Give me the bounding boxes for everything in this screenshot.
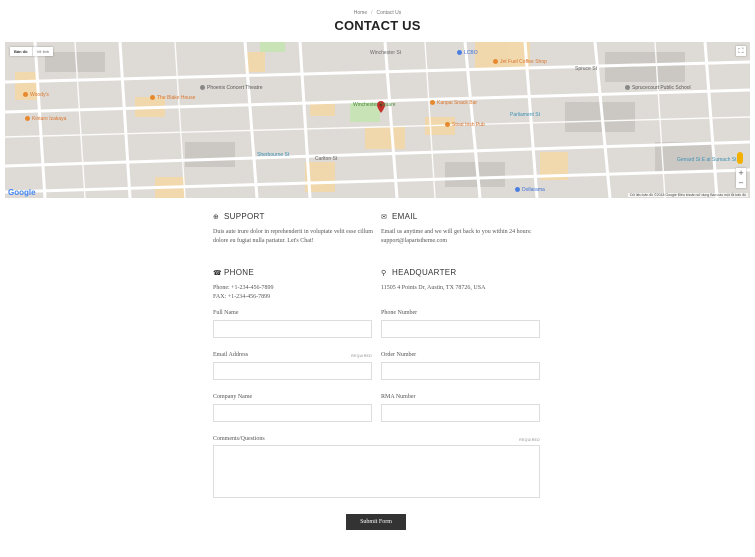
restaurant-icon bbox=[430, 100, 435, 105]
phone-icon: ☎ bbox=[213, 268, 223, 277]
map-street-carlton: Carlton St bbox=[315, 156, 338, 162]
support-block: ⊕ SUPPORT Duis aute irure dolor in repreh… bbox=[213, 212, 373, 246]
email-text: Email us anytime and we will get back to… bbox=[381, 229, 532, 244]
email-address-group: Email Address REQUIRED bbox=[213, 352, 372, 380]
google-logo: Google bbox=[8, 188, 36, 197]
rma-number-input[interactable] bbox=[381, 404, 540, 422]
map-poi-lcbo[interactable]: LCBO bbox=[457, 50, 478, 56]
email-block: ✉ EMAIL Email us anytime and we will get … bbox=[381, 212, 541, 246]
breadcrumb-current: Contact Us bbox=[376, 10, 402, 16]
map-street-parliament: Parliament St bbox=[510, 112, 541, 118]
restaurant-icon bbox=[150, 95, 155, 100]
full-name-label: Full Name bbox=[213, 310, 239, 316]
headquarter-title: HEADQUARTER bbox=[392, 268, 457, 277]
map-poi-gerrard[interactable]: Gerrard St E at Sumach St bbox=[677, 157, 736, 163]
map-poi-spruce[interactable]: Sprucecourt Public School bbox=[625, 85, 691, 91]
fax-line: FAX: +1-234-456-7899 bbox=[213, 294, 271, 300]
map-type-map[interactable]: Bản đồ bbox=[10, 47, 32, 56]
required-tag: REQUIRED bbox=[351, 354, 372, 358]
company-name-group: Company Name bbox=[213, 394, 372, 422]
company-name-input[interactable] bbox=[213, 404, 372, 422]
page-title: CONTACT US bbox=[334, 18, 421, 33]
map-poi-winchester[interactable]: Winchester Square bbox=[353, 102, 396, 108]
headquarter-text: 11505 4 Points Dr, Austin, TX 78726, USA bbox=[381, 285, 486, 291]
headquarter-block: ⚲ HEADQUARTER 11505 4 Points Dr, Austin, … bbox=[381, 268, 541, 293]
order-number-label: Order Number bbox=[381, 352, 417, 358]
map-marker-icon: ⚲ bbox=[381, 268, 387, 277]
theatre-icon bbox=[200, 85, 205, 90]
submit-form-button[interactable]: Submit Form bbox=[346, 514, 406, 530]
phone-number-label: Phone Number bbox=[381, 310, 418, 316]
map[interactable]: Bản đồ Vệ tinh ⛶ LCBO Jet Fuel Coffee Sh… bbox=[5, 42, 750, 198]
lifebuoy-icon: ⊕ bbox=[213, 212, 220, 221]
email-address-label: Email Address bbox=[213, 352, 249, 358]
company-name-label: Company Name bbox=[213, 394, 253, 400]
comments-textarea[interactable] bbox=[213, 445, 540, 498]
map-poi-phoenix[interactable]: Phoenix Concert Theatre bbox=[200, 85, 263, 91]
map-poi-dollarama[interactable]: Dollarama bbox=[515, 187, 545, 193]
rma-number-group: RMA Number bbox=[381, 394, 540, 422]
bar-icon bbox=[23, 92, 28, 97]
shopping-icon bbox=[457, 50, 462, 55]
restaurant-icon bbox=[25, 116, 30, 121]
map-street-sherbourne: Sherbourne St bbox=[257, 152, 290, 158]
phone-line: Phone: +1-234-456-7899 bbox=[213, 285, 274, 291]
full-name-group: Full Name bbox=[213, 310, 372, 338]
map-attribution[interactable]: Dữ liệu bản đồ ©2018 Google Điều khoản s… bbox=[628, 193, 748, 197]
zoom-control[interactable]: + − bbox=[736, 168, 746, 188]
breadcrumb: Home / Contact Us bbox=[0, 10, 755, 16]
rma-number-label: RMA Number bbox=[381, 394, 416, 400]
required-tag: REQUIRED bbox=[519, 438, 540, 442]
envelope-icon: ✉ bbox=[381, 212, 388, 221]
comments-group: Comments/Questions REQUIRED bbox=[213, 436, 540, 498]
zoom-in-button[interactable]: + bbox=[736, 168, 746, 178]
pegman-icon[interactable] bbox=[737, 152, 743, 164]
map-poi-coffee[interactable]: Jet Fuel Coffee Shop bbox=[493, 59, 547, 65]
support-title: SUPPORT bbox=[224, 212, 265, 221]
fullscreen-icon[interactable]: ⛶ bbox=[736, 46, 746, 56]
bar-icon bbox=[445, 122, 450, 127]
breadcrumb-separator: / bbox=[371, 10, 373, 16]
map-poi-kanpai[interactable]: Kanpai Snack Bar bbox=[430, 100, 477, 106]
phone-block: ☎ PHONE Phone: +1-234-456-7899 FAX: +1-23… bbox=[213, 268, 373, 302]
comments-label: Comments/Questions bbox=[213, 436, 265, 442]
full-name-input[interactable] bbox=[213, 320, 372, 338]
shopping-icon bbox=[515, 187, 520, 192]
cafe-icon bbox=[493, 59, 498, 64]
map-type-control[interactable]: Bản đồ Vệ tinh bbox=[10, 47, 54, 56]
map-poi-woodys[interactable]: Woody's bbox=[23, 92, 49, 98]
map-poi-blake[interactable]: The Blake House bbox=[150, 95, 195, 101]
breadcrumb-home-link[interactable]: Home bbox=[354, 10, 367, 16]
phone-title: PHONE bbox=[224, 268, 254, 277]
order-number-input[interactable] bbox=[381, 362, 540, 380]
support-text: Duis aute irure dolor in reprehenderit i… bbox=[213, 229, 373, 244]
map-street-winchester: Winchester St bbox=[370, 50, 402, 56]
order-number-group: Order Number bbox=[381, 352, 540, 380]
map-canvas bbox=[5, 42, 750, 198]
map-street-spruce: Spruce St bbox=[575, 66, 597, 72]
zoom-out-button[interactable]: − bbox=[736, 178, 746, 188]
phone-number-input[interactable] bbox=[381, 320, 540, 338]
email-title: EMAIL bbox=[392, 212, 418, 221]
map-type-satellite[interactable]: Vệ tinh bbox=[31, 47, 53, 56]
school-icon bbox=[625, 85, 630, 90]
email-address-input[interactable] bbox=[213, 362, 372, 380]
map-poi-stout[interactable]: Stout Irish Pub bbox=[445, 122, 485, 128]
map-poi-kintaro[interactable]: Kintaro Izakaya bbox=[25, 116, 66, 122]
phone-number-group: Phone Number bbox=[381, 310, 540, 338]
